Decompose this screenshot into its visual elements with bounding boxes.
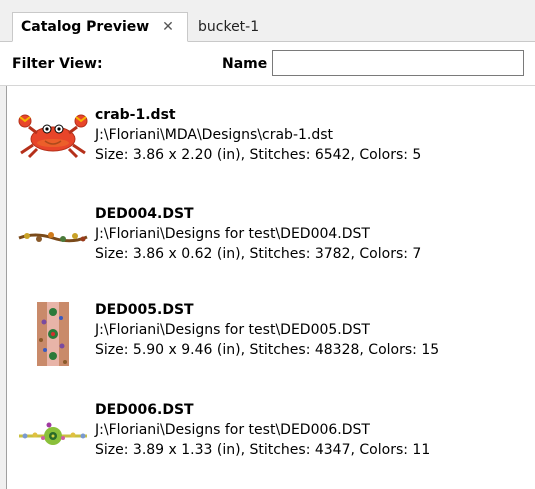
list-item[interactable]: DED005.DST J:\Floriani\Designs for test\…	[7, 294, 527, 389]
item-name: DED004.DST	[95, 206, 194, 222]
floral-border-icon	[18, 232, 88, 243]
filter-bar: Filter View: Name	[0, 42, 535, 86]
item-path: J:\Floriani\Designs for test\DED005.DST	[95, 322, 370, 338]
tab-label: bucket-1	[198, 19, 260, 35]
catalog-window: Catalog Preview ✕ bucket-1 Filter View: …	[0, 0, 535, 489]
design-list[interactable]: crab-1.dst J:\Floriani\MDA\Designs\crab-…	[6, 86, 535, 489]
item-stats: Size: 3.89 x 1.33 (in), Stitches: 4347, …	[95, 442, 431, 458]
item-stats: Size: 5.90 x 9.46 (in), Stitches: 48328,…	[95, 342, 440, 358]
flower-border-icon	[19, 422, 87, 445]
tab-catalog-preview[interactable]: Catalog Preview ✕	[12, 12, 188, 42]
item-name: crab-1.dst	[95, 107, 176, 123]
tab-bucket-1[interactable]: bucket-1	[190, 12, 300, 42]
list-item[interactable]: DED004.DST J:\Floriani\Designs for test\…	[7, 198, 527, 293]
filter-view-label: Filter View:	[12, 56, 103, 72]
tab-strip: Catalog Preview ✕ bucket-1	[0, 0, 535, 42]
list-item[interactable]: crab-1.dst J:\Floriani\MDA\Designs\crab-…	[7, 101, 527, 196]
close-icon[interactable]: ✕	[161, 19, 175, 35]
tab-label: Catalog Preview	[21, 19, 150, 35]
name-label: Name	[222, 56, 268, 72]
item-path: J:\Floriani\Designs for test\DED004.DST	[95, 226, 370, 242]
item-path: J:\Floriani\Designs for test\DED006.DST	[95, 422, 370, 438]
item-name: DED006.DST	[95, 402, 194, 418]
name-filter-input[interactable]	[272, 50, 524, 76]
list-item[interactable]: DED006.DST J:\Floriani\Designs for test\…	[7, 394, 527, 489]
item-name: DED005.DST	[95, 302, 194, 318]
item-path: J:\Floriani\MDA\Designs\crab-1.dst	[95, 127, 334, 143]
floral-panel-icon	[37, 302, 69, 366]
item-stats: Size: 3.86 x 2.20 (in), Stitches: 6542, …	[95, 147, 422, 163]
crab-icon	[18, 114, 88, 159]
item-stats: Size: 3.86 x 0.62 (in), Stitches: 3782, …	[95, 246, 422, 262]
